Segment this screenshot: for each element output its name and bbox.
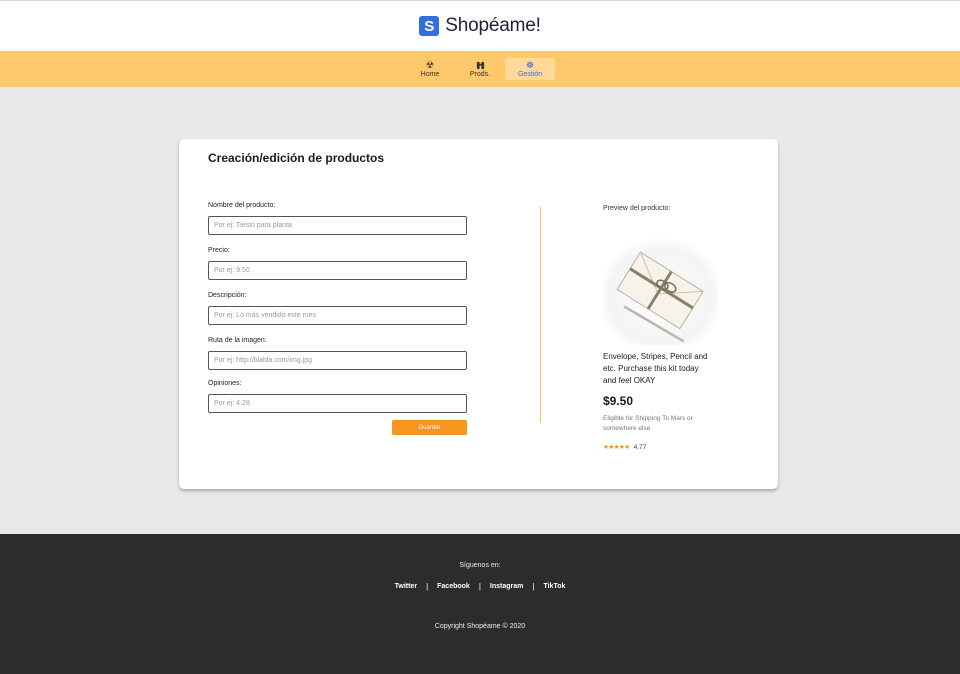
- site-header: S Shopéame!: [0, 0, 960, 51]
- binoculars-icon: [476, 61, 485, 71]
- nav-item-management[interactable]: ☸ Gestión: [505, 58, 555, 80]
- site-footer: Síguenos en: Twitter | Facebook | Instag…: [0, 534, 960, 674]
- product-editor-card: Creación/edición de productos Nombre del…: [179, 139, 778, 489]
- save-button[interactable]: Guardar: [392, 420, 467, 435]
- nav-item-products[interactable]: Prods.: [455, 58, 505, 80]
- facebook-link[interactable]: Facebook: [428, 583, 479, 590]
- image-path-label: Ruta de la imagen:: [208, 337, 267, 344]
- image-path-input[interactable]: Por ej: http://blabla.com/img.jpg: [208, 351, 467, 370]
- product-name-input[interactable]: Por ej: Tiesto para planta: [208, 216, 467, 235]
- star-rating-icon: ★★★★★: [603, 444, 630, 451]
- product-name-label: Nombre del producto:: [208, 202, 276, 209]
- description-input[interactable]: Por ej: Lo más vendido este mes: [208, 306, 467, 325]
- logo[interactable]: S Shopéame!: [419, 15, 541, 37]
- footer-follow-text: Síguenos en:: [459, 562, 501, 569]
- product-image: [603, 237, 719, 345]
- price-label: Precio:: [208, 247, 230, 254]
- preview-product-name: Envelope, Stripes, Pencil and etc. Purch…: [603, 352, 708, 385]
- description-field: Descripción: Por ej: Lo más vendido este…: [208, 292, 467, 325]
- rating-input[interactable]: Por ej: 4.28: [208, 394, 467, 413]
- preview-price: $9.50: [603, 394, 634, 408]
- nav-item-home[interactable]: ☢ Home: [405, 58, 455, 80]
- description-label: Descripción:: [208, 292, 247, 299]
- main-nav: ☢ Home Prods. ☸ Gestión: [0, 51, 960, 87]
- copyright: Copyright Shopéame © 2020: [434, 623, 526, 630]
- preview-rating: ★★★★★ 4.77: [603, 443, 647, 452]
- nav-item-label: Home: [420, 70, 440, 78]
- ship-wheel-icon: ☸: [525, 59, 535, 70]
- logo-badge: S: [419, 16, 440, 36]
- tiktok-link[interactable]: TikTok: [534, 583, 574, 590]
- price-field: Precio: Por ej: 9.50: [208, 247, 467, 280]
- brand-name: Shopéame!: [445, 15, 541, 36]
- social-links: Twitter | Facebook | Instagram | TikTok: [0, 582, 960, 591]
- product-name-field: Nombre del producto: Por ej: Tiesto para…: [208, 202, 467, 235]
- radioactive-icon: ☢: [425, 59, 435, 70]
- page-title: Creación/edición de productos: [208, 151, 385, 165]
- rating-field: Opiniones: Por ej: 4.28: [208, 380, 467, 413]
- nav-item-label: Gestión: [517, 70, 543, 78]
- rating-label: Opiniones:: [208, 380, 242, 387]
- vertical-divider: [540, 207, 541, 423]
- preview-shipping: Eligible for Shipping To Mars or somewhe…: [603, 415, 693, 432]
- twitter-link[interactable]: Twitter: [386, 583, 426, 590]
- price-input[interactable]: Por ej: 9.50: [208, 261, 467, 280]
- instagram-link[interactable]: Instagram: [481, 583, 532, 590]
- preview-label: Preview del producto:: [603, 205, 671, 212]
- image-path-field: Ruta de la imagen: Por ej: http://blabla…: [208, 337, 467, 370]
- product-preview: Preview del producto: Envelope, Stripes,…: [603, 205, 723, 451]
- rating-value: 4.77: [633, 443, 647, 451]
- nav-item-label: Prods.: [469, 70, 491, 78]
